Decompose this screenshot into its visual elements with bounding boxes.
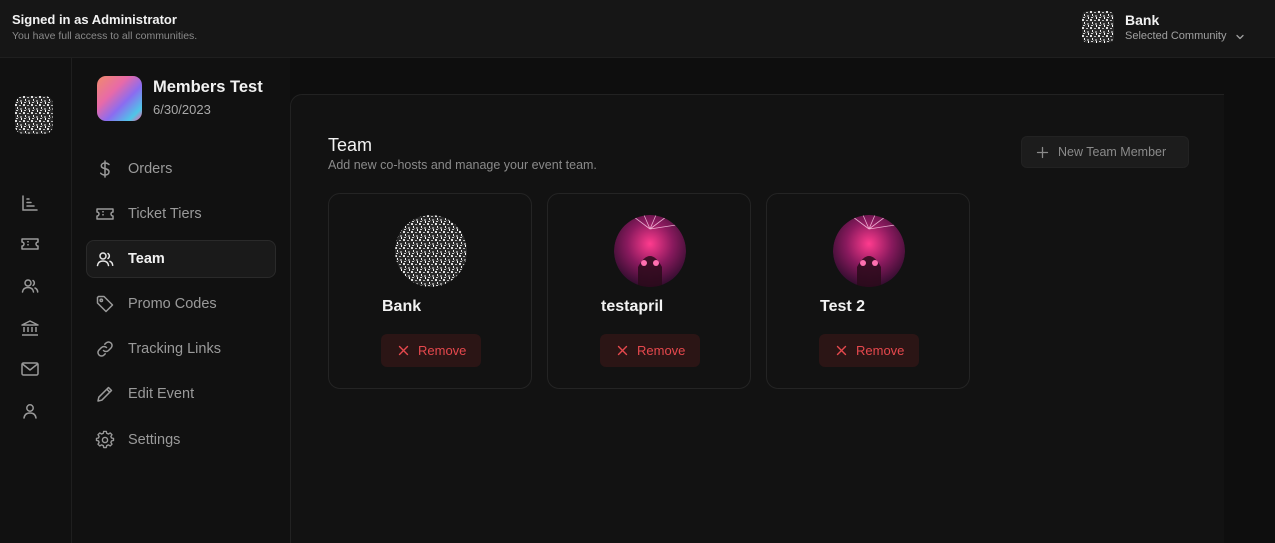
- nav-item-label: Orders: [128, 161, 173, 177]
- bank-icon[interactable]: [19, 317, 41, 339]
- community-avatar: [1082, 11, 1114, 43]
- gear-icon: [95, 430, 115, 450]
- event-title: Members Test: [153, 78, 263, 96]
- remove-label: Remove: [856, 343, 905, 358]
- community-name: Bank: [1125, 12, 1160, 28]
- event-sidebar: Members Test 6/30/2023 Orders Ticket Tie…: [72, 58, 290, 543]
- team-member-card: testapril Remove: [547, 193, 751, 389]
- signed-in-subtitle: You have full access to all communities.: [12, 30, 198, 42]
- signed-in-title: Signed in as Administrator: [12, 12, 177, 27]
- nav-item-promo-codes[interactable]: Promo Codes: [86, 285, 276, 323]
- tag-icon: [95, 294, 115, 314]
- top-bar: Signed in as Administrator You have full…: [0, 0, 1275, 58]
- member-avatar: [395, 215, 467, 287]
- event-thumbnail: [97, 76, 142, 121]
- remove-button[interactable]: Remove: [381, 334, 481, 367]
- nav-item-edit-event[interactable]: Edit Event: [86, 375, 276, 413]
- close-icon: [617, 345, 628, 356]
- member-avatar: [833, 215, 905, 287]
- mail-icon[interactable]: [19, 358, 41, 380]
- section-title: Team: [328, 135, 373, 155]
- nav-item-label: Ticket Tiers: [128, 206, 202, 222]
- member-avatar: [614, 215, 686, 287]
- community-subtitle: Selected Community: [1125, 30, 1227, 42]
- team-panel: Team Add new co-hosts and manage your ev…: [290, 94, 1224, 543]
- ticket-icon[interactable]: [19, 233, 41, 255]
- link-icon: [95, 339, 115, 359]
- pencil-icon: [95, 384, 115, 404]
- section-subtitle: Add new co-hosts and manage your event t…: [328, 158, 597, 172]
- member-name: Bank: [382, 298, 422, 315]
- close-icon: [398, 345, 409, 356]
- chevron-down-icon: [1236, 34, 1244, 40]
- new-team-member-label: New Team Member: [1058, 145, 1167, 159]
- new-team-member-button[interactable]: New Team Member: [1021, 136, 1189, 168]
- remove-label: Remove: [418, 343, 467, 358]
- remove-button[interactable]: Remove: [819, 334, 919, 367]
- nav-item-label: Edit Event: [128, 386, 195, 402]
- user-icon[interactable]: [19, 400, 41, 422]
- remove-label: Remove: [637, 343, 686, 358]
- team-member-card: Bank Remove: [328, 193, 532, 389]
- chart-icon[interactable]: [19, 192, 41, 214]
- icon-rail: [0, 58, 72, 543]
- close-icon: [836, 345, 847, 356]
- plus-icon: [1036, 146, 1049, 159]
- community-logo[interactable]: [15, 96, 53, 134]
- nav-item-team[interactable]: Team: [86, 240, 276, 278]
- nav-item-label: Settings: [128, 432, 181, 448]
- nav-item-tracking-links[interactable]: Tracking Links: [86, 330, 276, 368]
- dollar-icon: [95, 159, 115, 179]
- nav-item-orders[interactable]: Orders: [86, 150, 276, 188]
- team-member-card: Test 2 Remove: [766, 193, 970, 389]
- community-selector[interactable]: Bank Selected Community: [1082, 10, 1262, 46]
- remove-button[interactable]: Remove: [600, 334, 700, 367]
- nav-item-ticket-tiers[interactable]: Ticket Tiers: [86, 195, 276, 233]
- nav-item-settings[interactable]: Settings: [86, 421, 276, 459]
- nav-item-label: Tracking Links: [128, 341, 221, 357]
- member-name: Test 2: [820, 298, 866, 315]
- nav-item-label: Promo Codes: [128, 296, 217, 312]
- users-icon: [95, 249, 115, 269]
- nav-item-label: Team: [128, 251, 165, 267]
- event-date: 6/30/2023: [153, 102, 211, 117]
- member-name: testapril: [601, 298, 664, 315]
- users-icon[interactable]: [19, 275, 41, 297]
- ticket-icon: [95, 204, 115, 224]
